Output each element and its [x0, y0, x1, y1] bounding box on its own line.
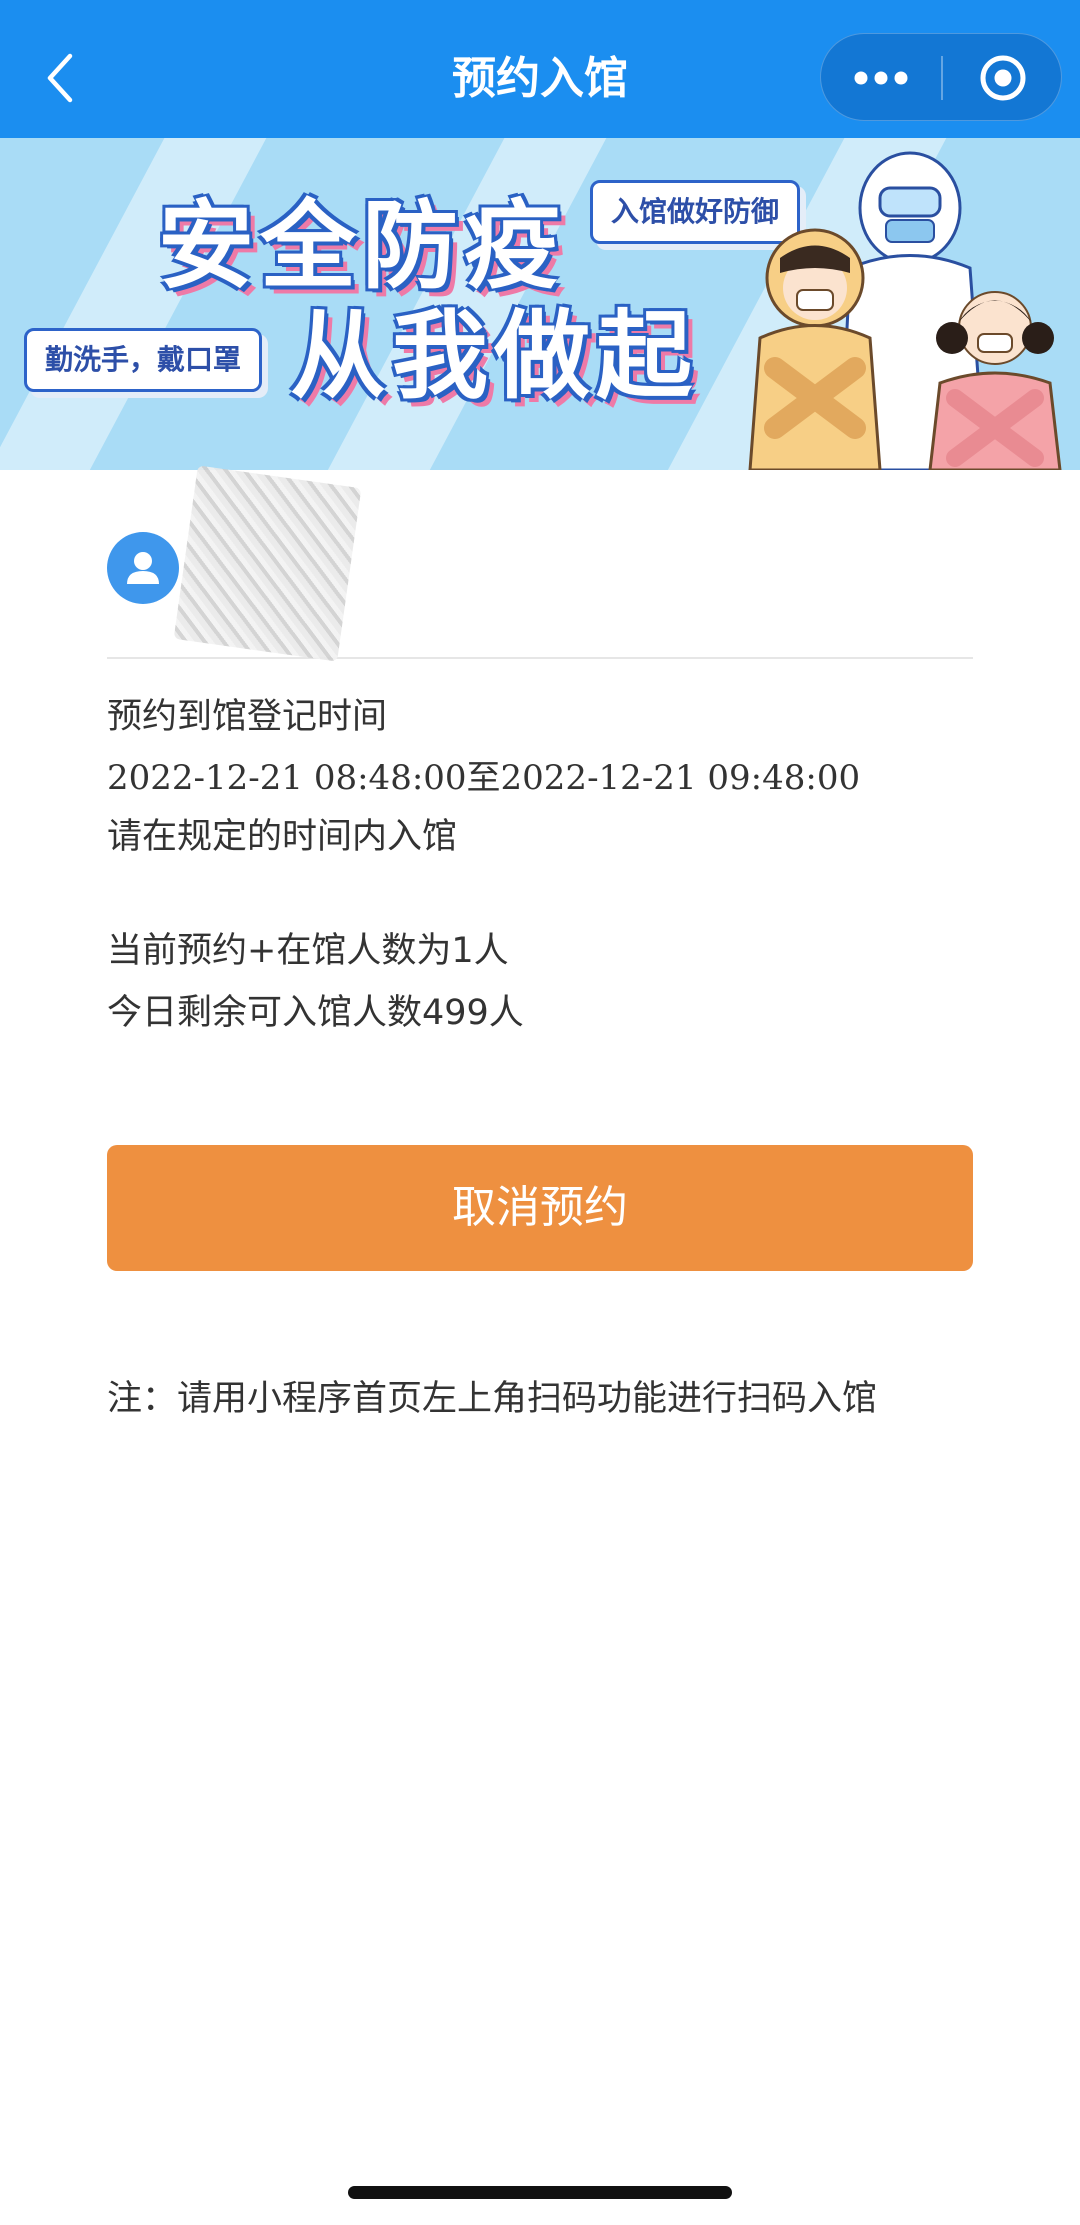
- reservation-instruction: 请在规定的时间内入馆: [107, 817, 458, 857]
- current-visitor-count: 当前预约+在馆人数为1人: [107, 931, 509, 971]
- miniprogram-close-icon: [980, 55, 1026, 101]
- miniprogram-capsule: [820, 33, 1062, 121]
- banner-stripe: [0, 138, 273, 470]
- cancel-reservation-button[interactable]: 取消预约: [107, 1145, 973, 1271]
- reservation-time-label: 预约到馆登记时间: [107, 697, 388, 737]
- more-dots-icon: [854, 71, 908, 85]
- home-indicator: [348, 2186, 732, 2199]
- banner-headline-1: 安全防疫: [158, 190, 566, 302]
- nav-bar: 预约入馆: [0, 0, 1080, 138]
- banner-headline-2: 从我做起: [290, 300, 698, 412]
- redacted-username: [173, 465, 362, 662]
- more-button[interactable]: [821, 34, 941, 122]
- user-avatar-icon: [107, 532, 179, 604]
- banner-tag-hygiene: 勤洗手，戴口罩: [24, 328, 263, 392]
- close-miniprogram-button[interactable]: [943, 34, 1063, 122]
- reservation-time-range: 2022-12-21 08:48:00至2022-12-21 09:48:00: [107, 758, 861, 798]
- user-info-row: [107, 465, 973, 662]
- promo-banner: 安全防疫 从我做起 入馆做好防御 勤洗手，戴口罩: [0, 138, 1080, 470]
- medical-staff-illustration: [748, 151, 1062, 470]
- reservation-page: 预约入馆 安全防疫 从我做起 入馆做好防御 勤洗手，戴口罩 预约到馆登记时间 2…: [0, 0, 1080, 2225]
- scan-entry-note: 注：请用小程序首页左上角扫码功能进行扫码入馆: [107, 1379, 878, 1419]
- remaining-capacity: 今日剩余可入馆人数499人: [107, 993, 524, 1033]
